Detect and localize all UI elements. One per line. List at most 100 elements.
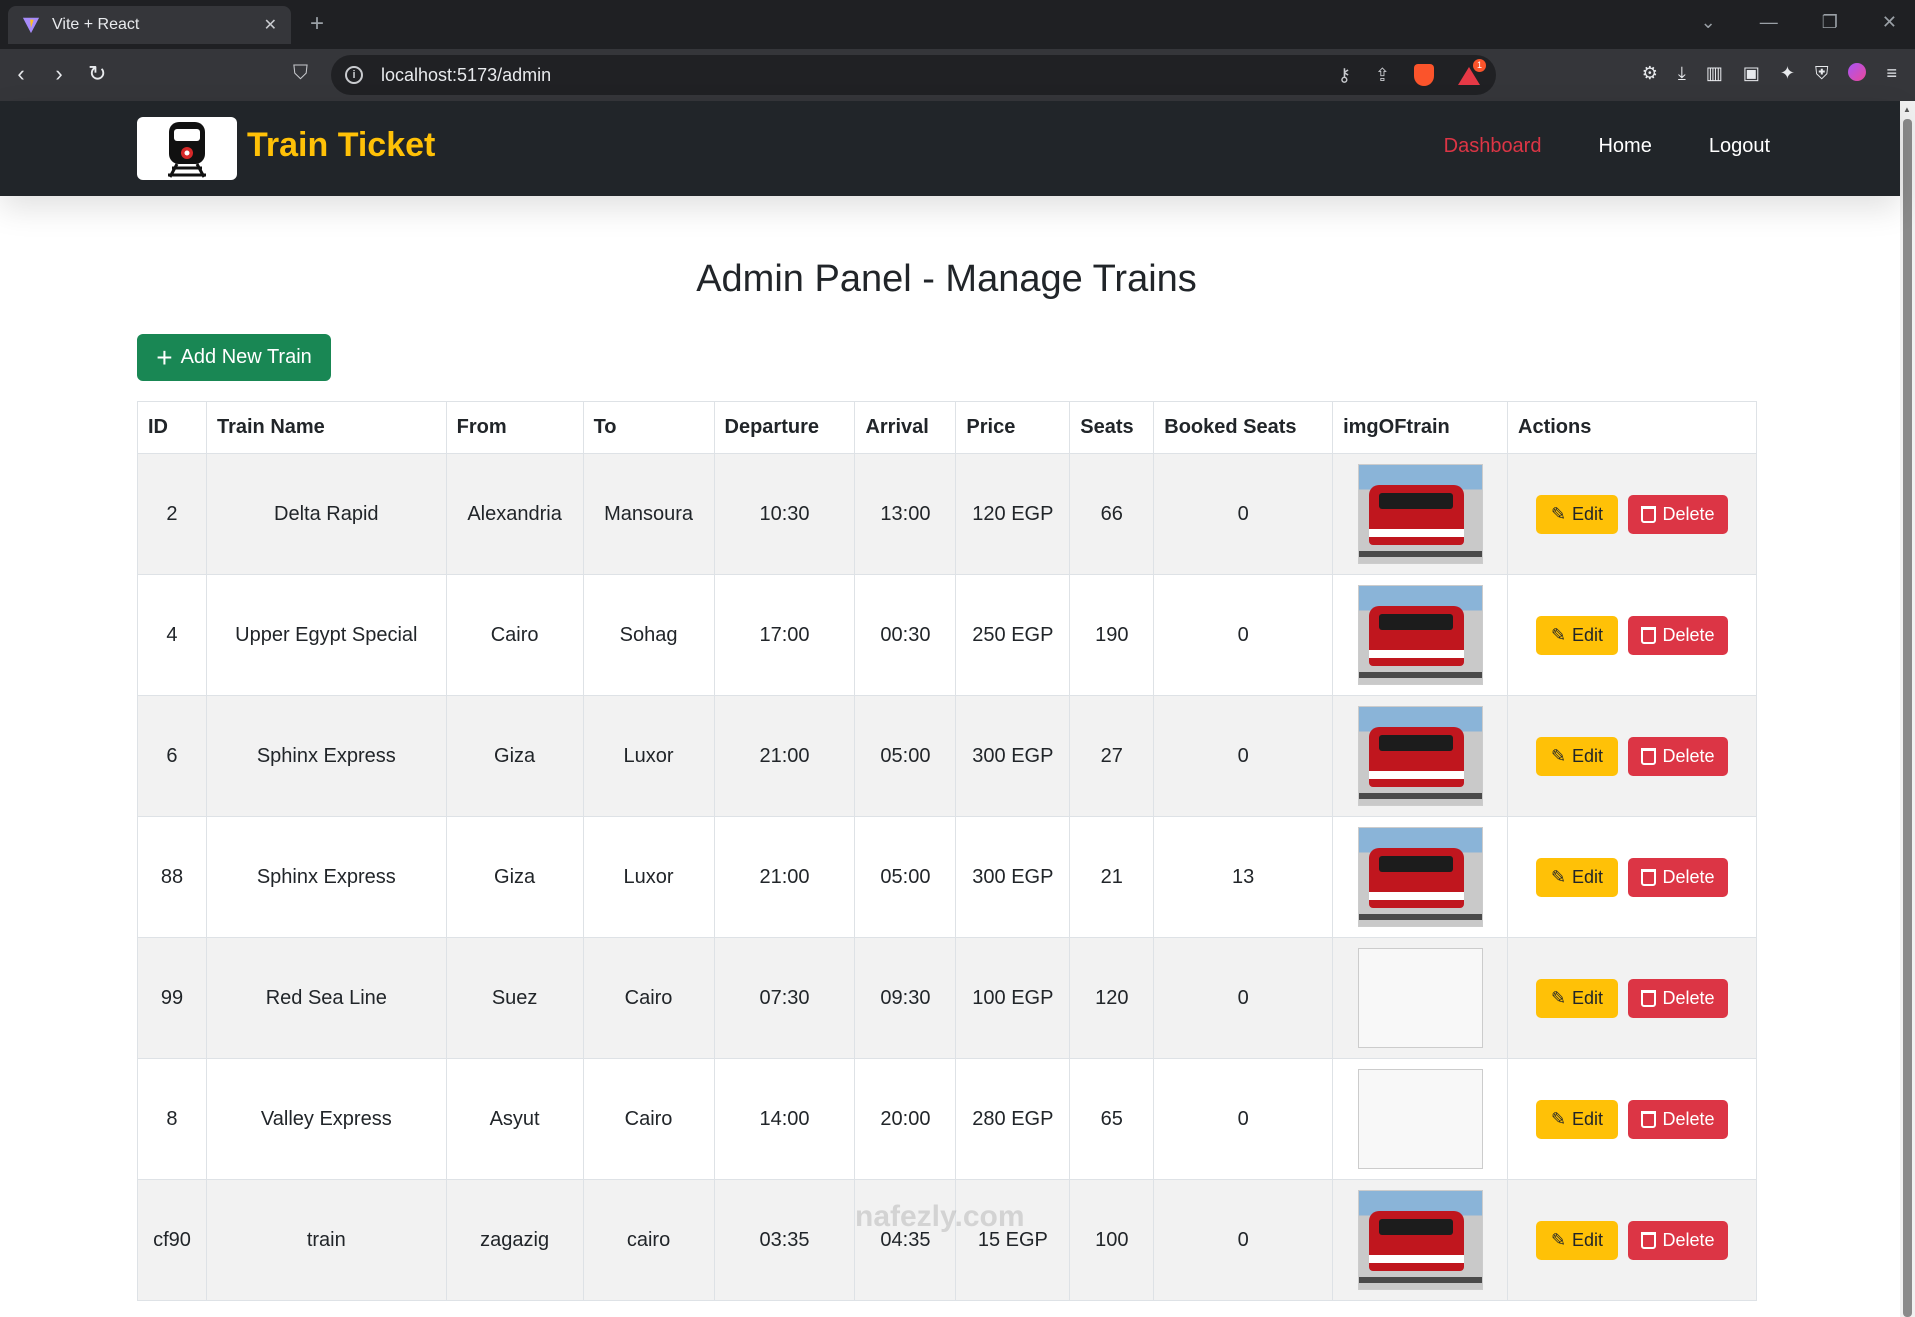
cell-to: Cairo <box>582 1058 715 1180</box>
share-icon[interactable]: ⇪ <box>1375 65 1390 86</box>
site-info-icon[interactable]: i <box>345 66 363 84</box>
cell-arrival: 00:30 <box>854 574 957 696</box>
cell-seats: 65 <box>1069 1058 1155 1180</box>
back-icon[interactable]: ‹ <box>12 61 30 87</box>
browser-tab-bar: Vite + React ✕ + ⌄ — ❐ ✕ <box>0 0 1915 49</box>
nav-link-logout[interactable]: Logout <box>1709 135 1770 158</box>
download-icon[interactable]: ⤓ <box>1678 63 1686 84</box>
edit-button[interactable]: ✎ Edit <box>1536 1220 1618 1260</box>
forward-icon[interactable]: › <box>50 61 68 87</box>
cell-train-name: Valley Express <box>205 1058 447 1180</box>
close-tab-icon[interactable]: ✕ <box>264 15 277 35</box>
delete-button[interactable]: Delete <box>1628 978 1728 1018</box>
delete-label: Delete <box>1662 624 1715 645</box>
brand-name[interactable]: Train Ticket <box>247 126 435 165</box>
page-scrollbar[interactable]: ▲ <box>1900 101 1915 1317</box>
brave-rewards-icon[interactable]: 1 <box>1458 59 1486 85</box>
nav-link-home[interactable]: Home <box>1598 135 1651 158</box>
minimize-icon[interactable]: — <box>1760 12 1778 33</box>
delete-label: Delete <box>1662 1108 1715 1129</box>
key-icon[interactable]: ⚷ <box>1338 65 1351 86</box>
delete-button[interactable]: Delete <box>1628 1220 1728 1260</box>
cell-train-name: train <box>205 1179 447 1301</box>
table-row: 88 Sphinx Express Giza Luxor 21:00 05:00 300 E… <box>137 816 1757 938</box>
edit-button[interactable]: ✎ Edit <box>1536 857 1618 897</box>
reload-icon[interactable]: ↻ <box>88 61 106 87</box>
edit-button[interactable]: ✎ Edit <box>1536 1099 1618 1139</box>
cell-to: Cairo <box>582 937 715 1059</box>
nav-link-dashboard[interactable]: Dashboard <box>1444 135 1542 158</box>
table-row: 99 Red Sea Line Suez Cairo 07:30 09:30 100 EGP… <box>137 937 1757 1059</box>
table-header-row: ID Train Name From To Departure Arrival Price S… <box>137 401 1757 454</box>
edit-label: Edit <box>1572 503 1604 524</box>
tab-title: Vite + React <box>52 16 140 33</box>
pencil-icon: ✎ <box>1550 987 1567 1008</box>
edit-label: Edit <box>1572 745 1604 766</box>
scroll-up-icon[interactable]: ▲ <box>1903 105 1911 114</box>
restore-icon[interactable]: ❐ <box>1822 12 1838 33</box>
cell-arrival: 04:35 <box>854 1179 957 1301</box>
brave-shields-icon[interactable] <box>1414 64 1434 86</box>
column-header: To <box>582 401 715 454</box>
profile-icon[interactable] <box>1848 63 1867 81</box>
cell-to: Luxor <box>582 816 715 938</box>
edit-button[interactable]: ✎ Edit <box>1536 494 1618 534</box>
cell-departure: 14:00 <box>713 1058 856 1180</box>
column-header: Actions <box>1507 401 1757 454</box>
cell-train-image <box>1332 1179 1508 1301</box>
edit-button[interactable]: ✎ Edit <box>1536 978 1618 1018</box>
cell-seats: 21 <box>1069 816 1155 938</box>
delete-button[interactable]: Delete <box>1628 494 1728 534</box>
cell-train-image <box>1332 1058 1508 1180</box>
wallet-icon[interactable]: ▣ <box>1743 63 1760 84</box>
cell-price: 120 EGP <box>955 453 1071 575</box>
vpn-icon[interactable]: ⛨ <box>1815 63 1829 84</box>
cell-seats: 120 <box>1069 937 1155 1059</box>
browser-tab[interactable]: Vite + React ✕ <box>8 6 291 44</box>
close-window-icon[interactable]: ✕ <box>1882 12 1897 33</box>
empty-image <box>1357 1069 1483 1169</box>
scrollbar-thumb[interactable] <box>1903 119 1912 1317</box>
trash-icon <box>1641 505 1657 523</box>
cell-price: 15 EGP <box>955 1179 1071 1301</box>
extensions-icon[interactable]: ⚙ <box>1642 63 1658 84</box>
rail-shape <box>1358 793 1482 799</box>
address-bar-actions: ⚷ ⇪ 1 <box>1338 59 1486 86</box>
address-bar[interactable]: i localhost:5173/admin ⚷ ⇪ 1 <box>331 55 1496 95</box>
cell-price: 100 EGP <box>955 937 1071 1059</box>
cell-train-name: Red Sea Line <box>205 937 447 1059</box>
cell-to: cairo <box>582 1179 715 1301</box>
delete-button[interactable]: Delete <box>1628 1099 1728 1139</box>
cell-seats: 66 <box>1069 453 1155 575</box>
delete-label: Delete <box>1662 987 1715 1008</box>
train-image <box>1357 706 1483 806</box>
cell-departure: 07:30 <box>713 937 856 1059</box>
bookmark-icon[interactable]: ⛉ <box>293 62 308 85</box>
cell-to: Mansoura <box>582 453 715 575</box>
edit-button[interactable]: ✎ Edit <box>1536 615 1618 655</box>
cell-booked-seats: 0 <box>1153 1179 1334 1301</box>
train-image <box>1357 464 1483 564</box>
cell-from: Alexandria <box>445 453 584 575</box>
tab-search-icon[interactable]: ⌄ <box>1701 12 1716 33</box>
add-new-train-button[interactable]: + Add New Train <box>137 334 331 381</box>
sidebar-icon[interactable]: ▥ <box>1706 63 1723 84</box>
cell-train-name: Delta Rapid <box>205 453 447 575</box>
trash-icon <box>1641 626 1657 644</box>
url-text[interactable]: localhost:5173/admin <box>381 65 1338 86</box>
edit-label: Edit <box>1572 1108 1604 1129</box>
column-header: From <box>445 401 584 454</box>
menu-icon[interactable]: ≡ <box>1886 63 1897 84</box>
cell-train-image <box>1332 937 1508 1059</box>
leo-icon[interactable]: ✦ <box>1780 63 1795 84</box>
column-header: Seats <box>1069 401 1155 454</box>
cell-departure: 10:30 <box>713 453 856 575</box>
delete-button[interactable]: Delete <box>1628 857 1728 897</box>
delete-button[interactable]: Delete <box>1628 615 1728 655</box>
new-tab-icon[interactable]: + <box>310 10 324 38</box>
logo[interactable] <box>137 117 237 180</box>
add-new-train-label: Add New Train <box>180 346 312 368</box>
edit-button[interactable]: ✎ Edit <box>1536 736 1618 776</box>
delete-button[interactable]: Delete <box>1628 736 1728 776</box>
cell-id: 4 <box>137 574 207 696</box>
